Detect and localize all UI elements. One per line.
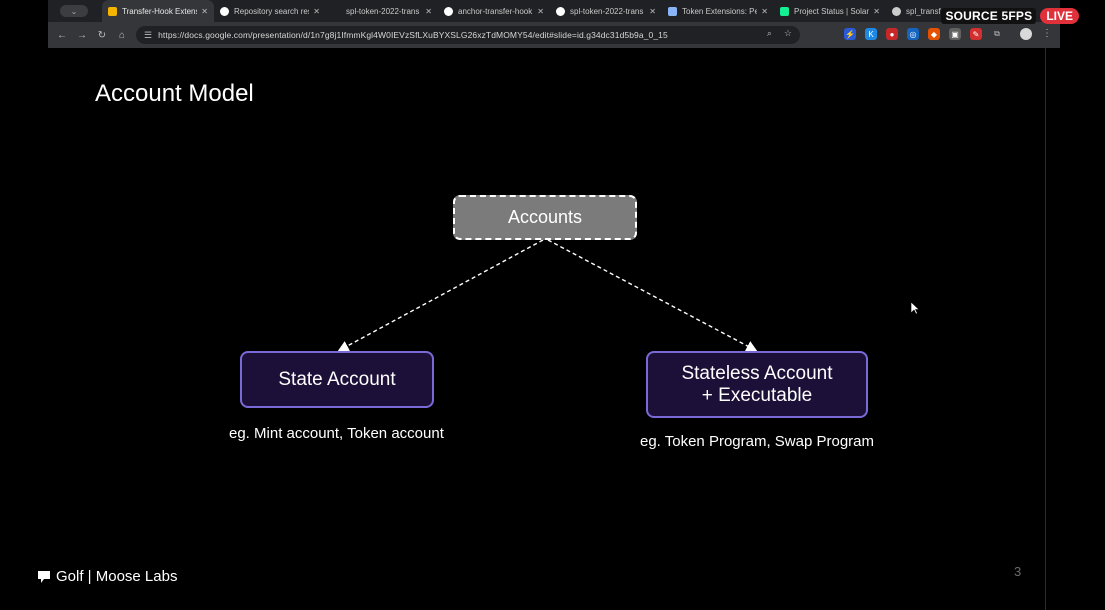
source-label: SOURCE 5FPS: [941, 8, 1037, 24]
state-account-node: State Account: [240, 351, 434, 408]
panel-divider: [1045, 48, 1046, 610]
state-account-label: State Account: [278, 368, 396, 390]
github-icon: [220, 6, 229, 16]
list-icon: [668, 6, 677, 16]
site-info-icon[interactable]: ☰: [144, 30, 152, 41]
forward-icon[interactable]: →: [72, 30, 92, 41]
browser-tab[interactable]: Repository search res ✕: [214, 0, 326, 22]
stateless-account-caption: eg. Token Program, Swap Program: [640, 433, 875, 450]
globe-icon: [892, 6, 901, 16]
extension-icons: ⚡ K ● ◎ ◆ ▣ ✎ ⧉: [844, 28, 1003, 40]
state-account-caption: eg. Mint account, Token account: [229, 425, 444, 442]
stateless-account-label-line1: Stateless Account: [681, 362, 833, 384]
bookmark-star-icon[interactable]: ☆: [784, 28, 792, 39]
stream-overlay: SOURCE 5FPS LIVE: [941, 8, 1079, 24]
speech-bubble-icon: [38, 570, 50, 583]
extension-icon[interactable]: K: [865, 28, 877, 40]
browser-toolbar: ← → ↻ ⌂ ☰ https://docs.google.com/presen…: [48, 22, 1060, 48]
close-icon[interactable]: ✕: [649, 7, 656, 16]
stateless-account-label-line2: + Executable: [701, 384, 813, 406]
more-menu-icon[interactable]: ⋮: [1042, 28, 1052, 40]
tab-search-button[interactable]: ⌄: [60, 5, 88, 17]
close-icon[interactable]: ✕: [201, 7, 208, 16]
url-text[interactable]: https://docs.google.com/presentation/d/1…: [158, 30, 668, 40]
slide-footer: Golf | Moose Labs: [37, 568, 177, 585]
github-icon: [556, 6, 565, 16]
browser-tab[interactable]: spl-token-2022-trans ✕: [550, 0, 662, 22]
browser-tab[interactable]: Token Extensions: Per ✕: [662, 0, 774, 22]
close-icon[interactable]: ✕: [537, 7, 544, 16]
connector-left: [337, 239, 544, 352]
extension-icon[interactable]: ✎: [970, 28, 982, 40]
extension-icon[interactable]: ▣: [949, 28, 961, 40]
extension-icon[interactable]: ⚡: [844, 28, 856, 40]
diagram-connectors: [337, 239, 758, 352]
slide: Account Model Accounts State Account eg.…: [0, 48, 1045, 610]
zoom-icon[interactable]: ⌕: [767, 28, 772, 39]
address-bar[interactable]: ☰ https://docs.google.com/presentation/d…: [136, 26, 800, 44]
accounts-label: Accounts: [507, 207, 583, 227]
chevron-down-icon: ⌄: [70, 6, 78, 16]
close-icon[interactable]: ✕: [425, 7, 432, 16]
extension-icon[interactable]: ◆: [928, 28, 940, 40]
extension-icon[interactable]: ◎: [907, 28, 919, 40]
github-icon: [444, 6, 453, 16]
extension-icon[interactable]: ●: [886, 28, 898, 40]
close-icon[interactable]: ✕: [873, 7, 880, 16]
stateless-account-node: Stateless Account + Executable: [646, 351, 868, 418]
browser-tab[interactable]: Project Status | Solan ✕: [774, 0, 886, 22]
back-icon[interactable]: ←: [52, 30, 72, 41]
close-icon[interactable]: ✕: [313, 7, 320, 16]
accounts-node: Accounts: [453, 195, 637, 240]
browser-chrome: ⌄ Transfer-Hook Extens ✕ Repository sear…: [48, 0, 1060, 48]
reload-icon[interactable]: ↻: [92, 30, 112, 41]
connector-right: [547, 239, 758, 352]
browser-tab[interactable]: spl-token-2022-trans ✕: [326, 0, 438, 22]
profile-avatar[interactable]: [1020, 28, 1032, 40]
slides-icon: [108, 6, 117, 16]
blank-icon: [332, 6, 341, 16]
home-icon[interactable]: ⌂: [112, 30, 132, 41]
page-number: 3: [1014, 564, 1022, 579]
live-badge: LIVE: [1040, 8, 1079, 24]
browser-tab[interactable]: Transfer-Hook Extens ✕: [102, 0, 214, 22]
close-icon[interactable]: ✕: [761, 7, 768, 16]
browser-tab[interactable]: anchor-transfer-hook ✕: [438, 0, 550, 22]
mouse-cursor-icon: [911, 302, 920, 315]
status-icon: [780, 6, 789, 16]
puzzle-icon[interactable]: ⧉: [991, 28, 1003, 40]
footer-text: Golf | Moose Labs: [56, 568, 178, 585]
tab-strip: ⌄ Transfer-Hook Extens ✕ Repository sear…: [48, 0, 1060, 22]
